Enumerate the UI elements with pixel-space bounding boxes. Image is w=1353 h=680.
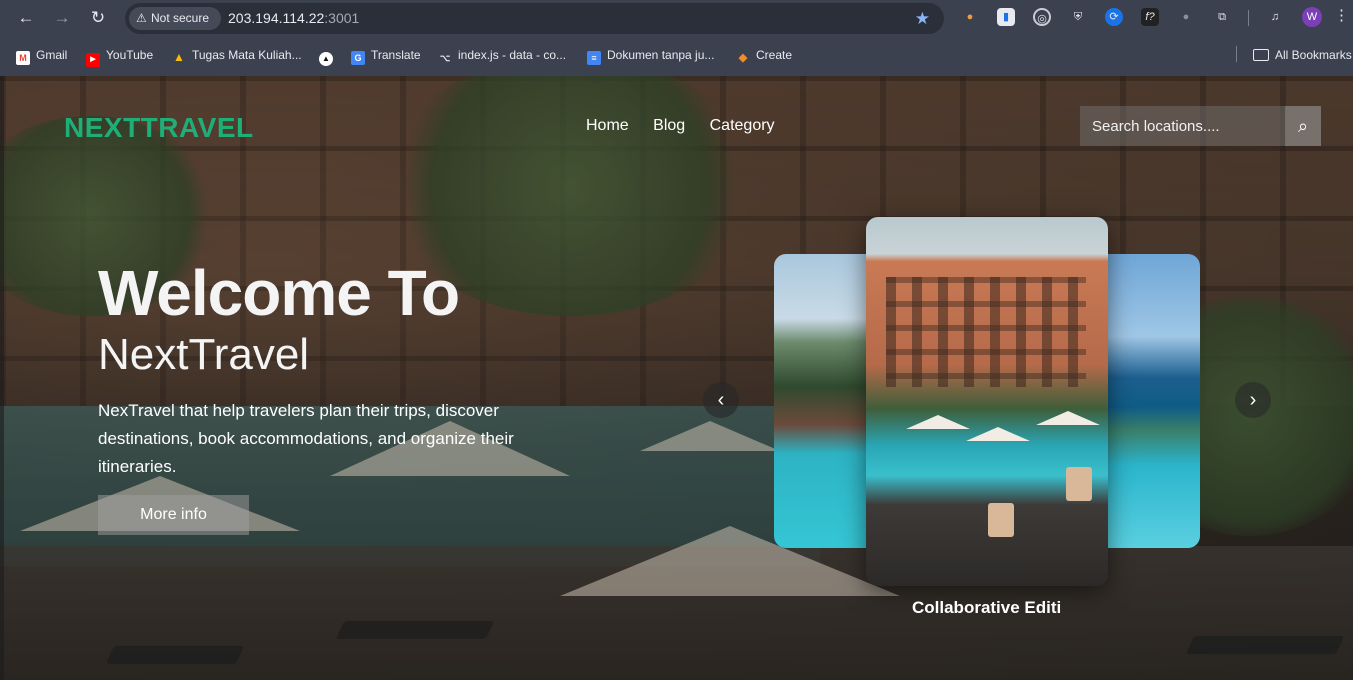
bookmark-triangle[interactable]: ▲ (319, 46, 339, 66)
page-left-edge (0, 76, 4, 680)
url-host: 203.194.114.22 (228, 10, 325, 26)
github-icon: ⌥ (439, 53, 451, 63)
menu-kebab-icon[interactable]: ⋮ (1334, 6, 1349, 24)
bookmark-drive[interactable]: ▲ Tugas Mata Kuliah... (172, 46, 302, 64)
hero-description: NexTravel that help travelers plan their… (98, 401, 514, 476)
translate-icon: G (351, 51, 365, 65)
bookmark-label: Gmail (36, 48, 68, 62)
extensions-puzzle-icon[interactable]: ⧉ (1213, 8, 1231, 26)
all-bookmarks-label: All Bookmarks (1275, 48, 1352, 62)
search-box: ⌕ (1080, 106, 1321, 146)
card-image-umbrella (966, 427, 1030, 441)
extension-icon-sync[interactable]: ⟳ (1105, 8, 1123, 26)
bookmark-translate[interactable]: G Translate (351, 46, 421, 65)
extension-icon-shield[interactable]: ⛨ (1069, 8, 1087, 26)
hero-title: Welcome To (98, 257, 460, 329)
triangle-logo-icon: ▲ (319, 52, 333, 66)
page-viewport: NEXTTRAVEL Home Blog Category ⌕ Welcome … (0, 76, 1353, 680)
card-image-planter (1066, 467, 1092, 501)
security-chip[interactable]: ⚠ Not secure (129, 7, 221, 30)
nav-category-link[interactable]: Category (710, 117, 775, 135)
extension-icon-flame[interactable]: ● (961, 8, 979, 26)
profile-avatar[interactable]: W (1302, 7, 1322, 27)
all-bookmarks[interactable]: All Bookmarks (1253, 46, 1352, 64)
search-button[interactable]: ⌕ (1285, 106, 1321, 146)
extension-icon-doc[interactable]: ▮ (997, 8, 1015, 26)
site-logo[interactable]: NEXTTRAVEL (64, 112, 254, 144)
extension-icon-target[interactable]: ◎ (1033, 8, 1051, 26)
card-image-building (886, 277, 1086, 387)
toolbar-separator (1248, 10, 1249, 26)
carousel-next-button[interactable]: › (1235, 382, 1271, 418)
card-image-umbrella (1036, 411, 1100, 425)
nav-home-link[interactable]: Home (586, 117, 629, 135)
drive-icon: ▲ (173, 50, 185, 64)
bookmark-label: Create (756, 48, 793, 62)
search-input[interactable] (1080, 106, 1285, 146)
nav-blog-link[interactable]: Blog (653, 117, 685, 135)
site-nav: Home Blog Category (586, 117, 795, 135)
chevron-right-icon: › (1249, 389, 1257, 411)
card-image-umbrella (906, 415, 970, 429)
hero-background-lounger (105, 646, 245, 664)
bookmark-label: YouTube (106, 48, 154, 62)
bookmark-star-icon[interactable]: ★ (915, 3, 930, 34)
address-bar[interactable]: ⚠ Not secure 203.194.114.22:3001 ★ (125, 3, 944, 34)
reload-button[interactable]: ↻ (86, 7, 110, 29)
url-text[interactable]: 203.194.114.22:3001 (228, 3, 359, 34)
hero-background-lounger (1185, 636, 1345, 654)
bookmarks-bar: M Gmail ▶ YouTube ▲ Tugas Mata Kuliah... ▲ … (0, 41, 1353, 69)
bookmark-label: Dokumen tanpa ju... (607, 48, 715, 62)
folder-icon (1253, 49, 1269, 61)
hero-background-umbrella (640, 421, 780, 451)
extension-icon-function[interactable]: f? (1141, 8, 1159, 26)
bookmark-youtube[interactable]: ▶ YouTube (86, 46, 154, 67)
card-image-planter (988, 503, 1014, 537)
url-port: :3001 (324, 10, 360, 26)
gmail-icon: M (16, 51, 30, 65)
warning-icon: ⚠ (136, 11, 147, 25)
browser-toolbar: ← → ↻ ⚠ Not secure 203.194.114.22:3001 ★… (0, 0, 1353, 37)
hero-background-lounger (335, 621, 495, 639)
carousel-card-active[interactable] (866, 217, 1108, 586)
forward-button[interactable]: → (50, 7, 74, 29)
docs-icon: ≡ (587, 51, 601, 65)
bookmark-label: Tugas Mata Kuliah... (192, 48, 302, 62)
bookmark-docs[interactable]: ≡ Dokumen tanpa ju... (587, 46, 715, 65)
security-label: Not secure (151, 11, 210, 25)
youtube-icon: ▶ (86, 53, 100, 67)
bookmark-github[interactable]: ⌥ index.js - data - co... (438, 46, 566, 64)
bookmarks-separator (1236, 46, 1237, 62)
media-control-icon[interactable]: ♫ (1266, 8, 1284, 26)
more-info-button[interactable]: More info (98, 495, 249, 535)
hero-subtitle: NextTravel (98, 330, 310, 379)
bookmark-gmail[interactable]: M Gmail (16, 46, 68, 65)
carousel-prev-button[interactable]: ‹ (703, 382, 739, 418)
browser-chrome: ← → ↻ ⚠ Not secure 203.194.114.22:3001 ★… (0, 0, 1353, 76)
back-button[interactable]: ← (14, 7, 38, 29)
chevron-left-icon: ‹ (717, 389, 725, 411)
carousel-caption: Collaborative Editi (912, 598, 1062, 617)
create-icon: ◆ (738, 52, 748, 64)
extension-icon-mouse[interactable]: ● (1177, 8, 1195, 26)
bookmark-label: Translate (371, 48, 421, 62)
search-icon: ⌕ (1297, 116, 1309, 136)
bookmark-label: index.js - data - co... (458, 48, 567, 62)
bookmark-create[interactable]: ◆ Create (736, 46, 792, 64)
